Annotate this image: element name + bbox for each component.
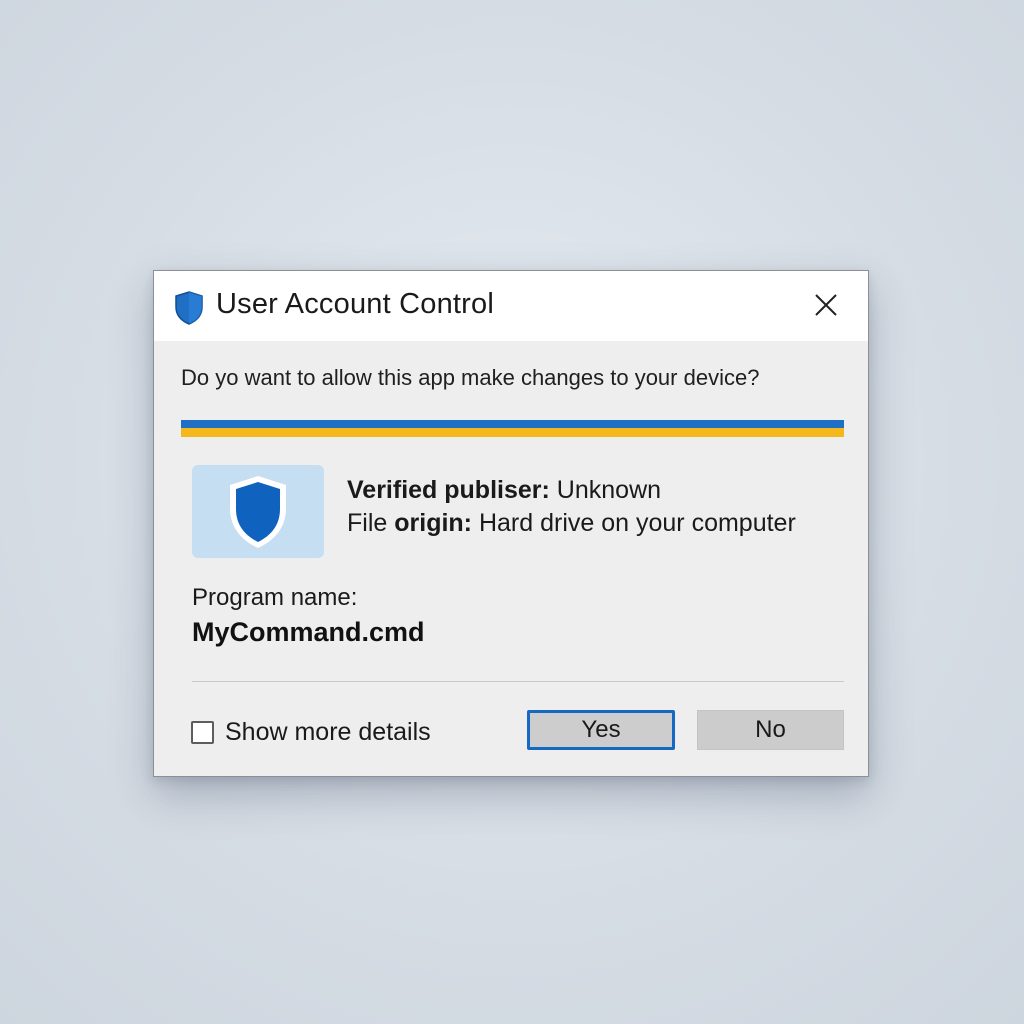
close-button[interactable] xyxy=(806,285,846,325)
banner-stripe-yellow xyxy=(181,428,844,437)
uac-dialog: User Account Control Do yo want to allow… xyxy=(153,270,869,777)
origin-value: Hard drive on your computer xyxy=(478,509,796,537)
show-details-checkbox[interactable]: Show more details xyxy=(191,718,431,747)
close-icon xyxy=(815,294,837,316)
verified-publisher: Verified publiser: Unknown xyxy=(347,476,661,505)
prompt-question: Do yo want to allow this app make change… xyxy=(181,365,760,390)
shield-icon xyxy=(175,291,203,325)
origin-label: origin: xyxy=(394,509,473,537)
no-button[interactable]: No xyxy=(697,710,844,750)
checkbox-box[interactable] xyxy=(191,721,214,744)
shield-icon xyxy=(230,475,286,548)
program-name-label: Program name: xyxy=(192,584,358,611)
publisher-value: Unknown xyxy=(556,476,662,504)
publisher-label: Verified publiser: xyxy=(347,476,550,504)
app-icon-tile xyxy=(192,465,324,558)
file-origin: File origin: Hard drive on your computer xyxy=(347,509,796,538)
divider xyxy=(192,681,844,682)
title-bar: User Account Control xyxy=(154,271,868,341)
show-details-label[interactable]: Show more details xyxy=(225,718,431,747)
banner-stripe-blue xyxy=(181,420,844,428)
program-name-value: MyCommand.cmd xyxy=(192,617,425,647)
dialog-title: User Account Control xyxy=(216,288,495,320)
yes-button[interactable]: Yes xyxy=(527,710,675,750)
origin-label-prefix: File xyxy=(347,509,388,537)
